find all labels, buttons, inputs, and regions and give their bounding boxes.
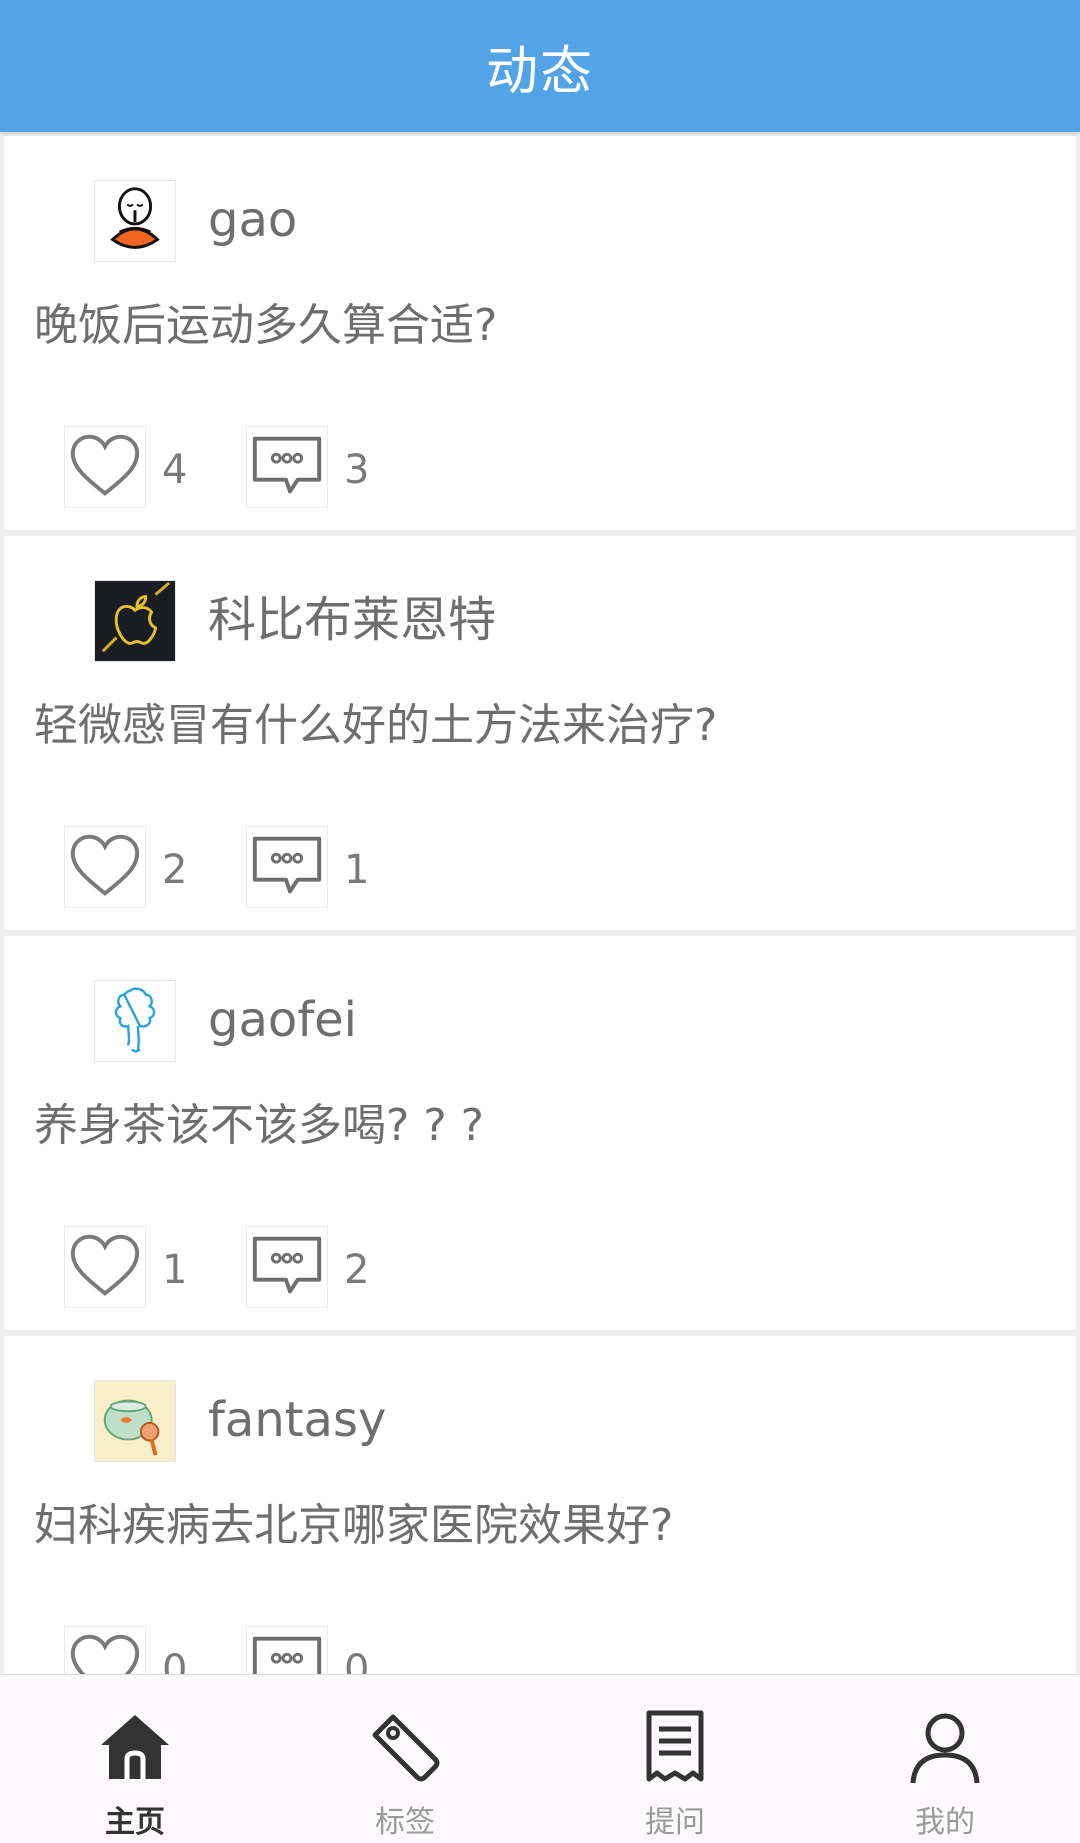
tab-tags[interactable]: 标签 [270,1675,540,1843]
post-feed[interactable]: gao 晚饭后运动多久算合适? 4 3 科比布莱恩特 轻微感冒有什么好的土方法来… [0,134,1080,1674]
question-text[interactable]: 轻微感冒有什么好的土方法来治疗? [34,696,717,756]
tab-label: 标签 [375,1805,435,1840]
like-button[interactable] [64,1626,146,1674]
comment-bubble-icon [252,836,322,894]
comment-button[interactable] [246,1626,328,1674]
post-card[interactable]: 科比布莱恩特 轻微感冒有什么好的土方法来治疗? 2 1 [4,536,1076,930]
tab-label: 我的 [915,1805,975,1840]
post-card[interactable]: fantasy 妇科疾病去北京哪家医院效果好? 0 0 [4,1336,1076,1674]
username[interactable]: gaofei [208,988,357,1052]
tab-label: 主页 [105,1805,165,1840]
comment-count: 2 [344,1247,370,1293]
tab-label: 提问 [645,1805,705,1840]
comment-button[interactable] [246,826,328,908]
person-icon [905,1707,985,1787]
monk-avatar[interactable] [94,180,176,262]
comment-count: 0 [344,1647,370,1674]
like-count: 2 [162,847,188,893]
post-card[interactable]: gaofei 养身茶该不该多喝? ? ? 1 2 [4,936,1076,1330]
heart-icon [70,434,140,496]
heart-icon [70,1234,140,1296]
comment-button[interactable] [246,426,328,508]
like-count: 0 [162,1647,188,1674]
page-title: 动态 [485,41,594,102]
comment-bubble-icon [252,436,322,494]
comment-count: 1 [344,847,370,893]
top-app-bar: 动态 [0,0,1080,132]
question-text[interactable]: 养身茶该不该多喝? ? ? [34,1096,484,1156]
like-button[interactable] [64,826,146,908]
tab-home[interactable]: 主页 [0,1675,270,1843]
tab-mine[interactable]: 我的 [810,1675,1080,1843]
like-count: 1 [162,1247,188,1293]
apple-logo-avatar[interactable] [94,580,176,662]
question-text[interactable]: 晚饭后运动多久算合适? [34,296,497,356]
comment-bubble-icon [252,1236,322,1294]
heart-icon [70,834,140,896]
comment-bubble-icon [252,1636,322,1674]
tab-ask[interactable]: 提问 [540,1675,810,1843]
username[interactable]: 科比布莱恩特 [208,588,496,652]
bottom-tab-bar: 主页 标签 提问 我的 [0,1674,1080,1843]
question-text[interactable]: 妇科疾病去北京哪家医院效果好? [34,1496,673,1556]
post-card[interactable]: gao 晚饭后运动多久算合适? 4 3 [4,136,1076,530]
username[interactable]: fantasy [208,1388,386,1452]
comment-button[interactable] [246,1226,328,1308]
tag-icon [365,1707,445,1787]
document-icon [635,1707,715,1787]
fishbowl-avatar[interactable] [94,1380,176,1462]
comment-count: 3 [344,447,370,493]
heart-icon [70,1634,140,1674]
like-button[interactable] [64,426,146,508]
sketch-figure-avatar[interactable] [94,980,176,1062]
home-icon [95,1707,175,1787]
like-count: 4 [162,447,188,493]
like-button[interactable] [64,1226,146,1308]
username[interactable]: gao [208,188,297,252]
